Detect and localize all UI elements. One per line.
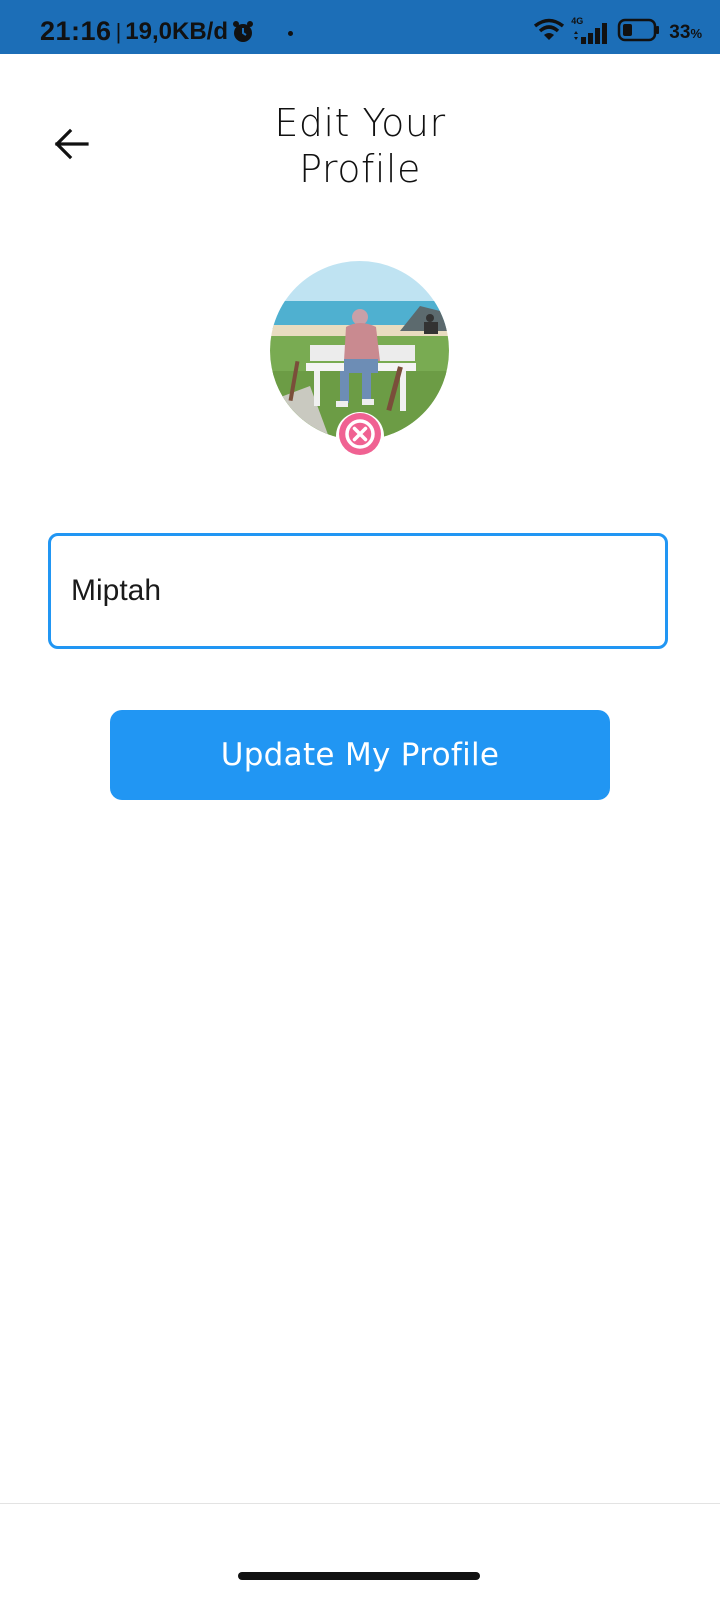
back-button[interactable]: [50, 125, 92, 167]
battery-percent: 33%: [669, 22, 702, 44]
signal-icon: 4G: [571, 16, 611, 46]
status-separator: |: [115, 18, 122, 44]
home-indicator[interactable]: [238, 1572, 480, 1580]
battery-icon: [617, 18, 661, 47]
update-profile-button[interactable]: Update My Profile: [110, 710, 610, 800]
status-time: 21:16: [40, 16, 112, 46]
wifi-icon: [533, 18, 565, 47]
status-bar: 21:16 | 19,0KB/d 4G 33%: [0, 0, 720, 54]
status-left: 21:16 | 19,0KB/d: [40, 16, 256, 47]
notification-dot: [288, 31, 293, 36]
bottom-divider: [0, 1503, 720, 1504]
name-input[interactable]: [71, 536, 641, 646]
alarm-icon: [230, 19, 256, 45]
network-speed: 19,0KB/d: [125, 17, 228, 45]
page-title: Edit Your Profile: [210, 100, 510, 192]
page-title-line2: Profile: [299, 147, 421, 191]
name-field[interactable]: [48, 533, 668, 649]
close-circle-icon: [338, 412, 382, 461]
remove-photo-button[interactable]: [336, 412, 384, 460]
arrow-left-icon: [53, 128, 89, 165]
battery-percent-unit: %: [690, 25, 702, 41]
battery-percent-value: 33: [669, 21, 691, 43]
status-right: 4G 33%: [533, 16, 702, 47]
page-title-line1: Edit Your: [274, 101, 446, 145]
